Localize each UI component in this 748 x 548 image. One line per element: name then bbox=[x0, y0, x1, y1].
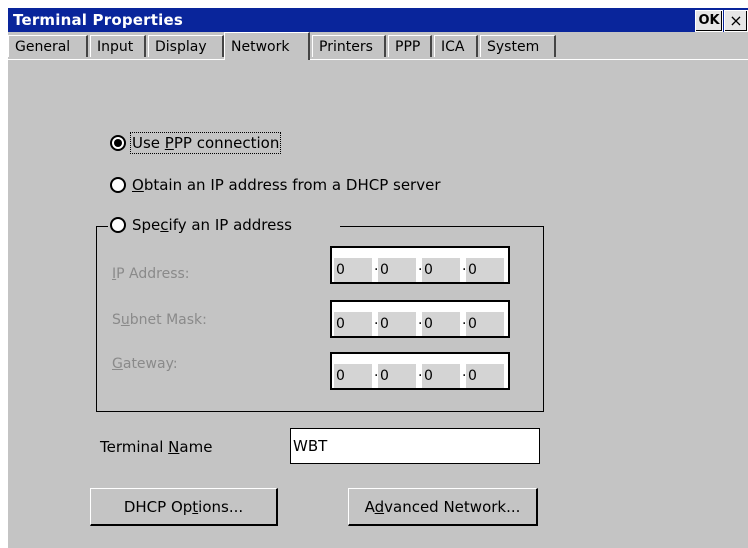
terminal-name-input[interactable]: WBT bbox=[290, 428, 540, 464]
tab-system[interactable]: System bbox=[480, 35, 556, 57]
tab-network[interactable]: Network bbox=[224, 32, 310, 60]
dhcp-options-button[interactable]: DHCP Options... bbox=[90, 488, 278, 526]
subnet-octet-2[interactable]: 0 bbox=[378, 312, 416, 336]
gateway-field[interactable]: 0 . 0 . 0 . 0 bbox=[330, 352, 510, 390]
dhcp-radio[interactable]: Obtain an IP address from a DHCP server bbox=[110, 176, 441, 194]
gateway-octet-4[interactable]: 0 bbox=[466, 364, 504, 388]
advanced-network-button[interactable]: Advanced Network... bbox=[348, 488, 538, 526]
dialog-body: General Input Display Network Printers P… bbox=[8, 32, 748, 548]
gateway-octet-3[interactable]: 0 bbox=[422, 364, 460, 388]
use-ppp-label: Use PPP connection bbox=[129, 132, 282, 154]
tab-ppp[interactable]: PPP bbox=[388, 35, 432, 57]
tab-divider bbox=[8, 59, 748, 60]
gateway-label: Gateway: bbox=[112, 356, 178, 372]
subnet-mask-field[interactable]: 0 . 0 . 0 . 0 bbox=[330, 300, 510, 338]
ip-octet-3[interactable]: 0 bbox=[422, 258, 460, 282]
ip-address-field[interactable]: 0 . 0 . 0 . 0 bbox=[330, 246, 510, 284]
ip-octet-1[interactable]: 0 bbox=[334, 258, 372, 282]
tab-ica[interactable]: ICA bbox=[434, 35, 478, 57]
tab-strip: General Input Display Network Printers P… bbox=[8, 32, 748, 60]
subnet-octet-4[interactable]: 0 bbox=[466, 312, 504, 336]
use-ppp-radio[interactable]: Use PPP connection bbox=[110, 132, 282, 154]
ip-address-label: IP Address: bbox=[112, 266, 190, 282]
specify-ip-label: Specify an IP address bbox=[132, 216, 292, 234]
subnet-mask-label: Subnet Mask: bbox=[112, 312, 207, 328]
tab-display[interactable]: Display bbox=[148, 35, 224, 57]
tab-printers[interactable]: Printers bbox=[312, 35, 386, 57]
specify-ip-radio[interactable]: Specify an IP address bbox=[110, 216, 292, 234]
window-title: Terminal Properties bbox=[13, 11, 183, 29]
radio-unchecked-icon bbox=[110, 177, 126, 193]
ok-button[interactable]: OK bbox=[695, 10, 723, 32]
tab-input[interactable]: Input bbox=[90, 35, 146, 57]
ip-octet-4[interactable]: 0 bbox=[466, 258, 504, 282]
title-bar: Terminal Properties OK × bbox=[8, 8, 748, 32]
dhcp-label: Obtain an IP address from a DHCP server bbox=[132, 176, 441, 194]
subnet-octet-3[interactable]: 0 bbox=[422, 312, 460, 336]
radio-checked-icon bbox=[110, 135, 126, 151]
close-button[interactable]: × bbox=[724, 10, 748, 32]
gateway-octet-2[interactable]: 0 bbox=[378, 364, 416, 388]
tab-general[interactable]: General bbox=[8, 35, 88, 57]
radio-unchecked-icon bbox=[110, 217, 126, 233]
gateway-octet-1[interactable]: 0 bbox=[334, 364, 372, 388]
subnet-octet-1[interactable]: 0 bbox=[334, 312, 372, 336]
terminal-name-label: Terminal Name bbox=[100, 438, 213, 456]
ip-octet-2[interactable]: 0 bbox=[378, 258, 416, 282]
